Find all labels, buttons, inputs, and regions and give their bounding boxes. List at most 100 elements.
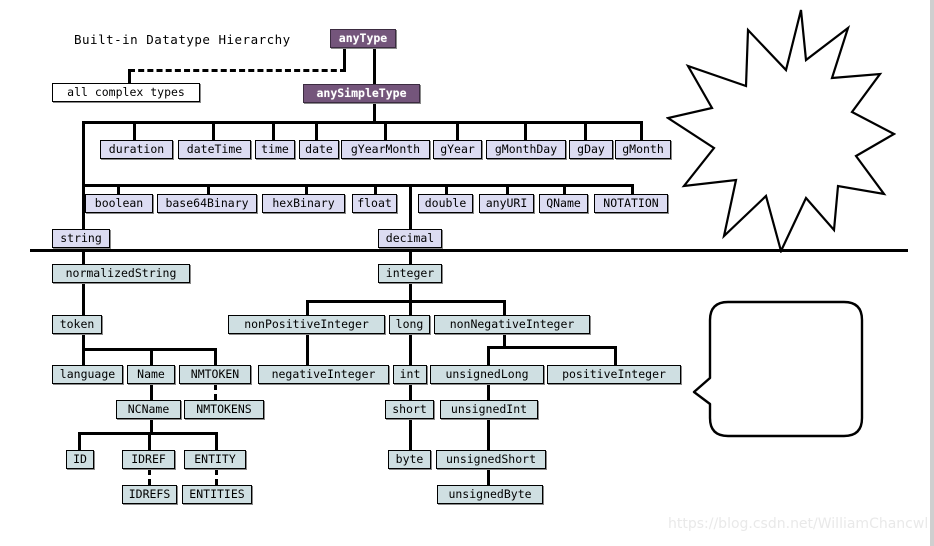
node-negative-integer[interactable]: negativeInteger [258, 365, 389, 384]
edge-drop-gyear [456, 121, 459, 140]
node-language[interactable]: language [52, 365, 123, 384]
edge-drop-duration [133, 121, 136, 140]
node-date-time[interactable]: dateTime [178, 140, 251, 159]
edge-nonnegative-bar [487, 346, 617, 349]
node-entity[interactable]: ENTITY [184, 450, 246, 469]
edge-normalizedstring-token [82, 283, 85, 315]
node-notation[interactable]: NOTATION [594, 194, 668, 213]
node-all-complex-types[interactable]: all complex types [52, 83, 200, 102]
edge-drop-decimal [409, 184, 412, 229]
node-unsigned-long[interactable]: unsignedLong [430, 365, 544, 384]
edge-integer-down [409, 283, 412, 315]
node-name[interactable]: Name [127, 365, 175, 384]
edge-unsignedint-unsignedshort [487, 419, 490, 451]
node-boolean[interactable]: boolean [85, 194, 153, 213]
datatype-hierarchy-diagram: Built-in Datatype Hierarchy anyType anyS… [0, 0, 934, 546]
node-short[interactable]: short [385, 400, 434, 419]
node-g-month-day[interactable]: gMonthDay [486, 140, 566, 159]
primitive-callout [666, 8, 896, 253]
node-g-day[interactable]: gDay [569, 140, 613, 159]
edge-drop-datetime [212, 121, 215, 140]
node-entities[interactable]: ENTITIES [182, 485, 252, 504]
node-normalized-string[interactable]: normalizedString [52, 264, 190, 283]
edge-idref-idrefs [148, 469, 151, 485]
node-ncname[interactable]: NCName [116, 400, 181, 419]
node-unsigned-int[interactable]: unsignedInt [440, 400, 538, 419]
node-int[interactable]: int [393, 365, 427, 384]
node-nmtokens[interactable]: NMTOKENS [184, 400, 264, 419]
edge-anysimpletype-down [373, 104, 376, 122]
edge-anytype-left-stub [343, 47, 346, 70]
edge-drop-qname [563, 184, 566, 194]
node-duration[interactable]: duration [100, 140, 173, 159]
edge-nmtoken-nmtokens [214, 384, 217, 400]
node-decimal[interactable]: decimal [378, 229, 442, 248]
node-string[interactable]: string [52, 229, 110, 248]
edge-drop-unsignedlong [487, 346, 490, 365]
node-idref[interactable]: IDREF [122, 450, 175, 469]
edge-drop-hexbinary [305, 184, 308, 194]
node-any-uri[interactable]: anyURI [479, 194, 534, 213]
node-g-year-month[interactable]: gYearMonth [341, 140, 430, 159]
edge-drop-id [78, 432, 81, 450]
edge-drop-time [272, 121, 275, 140]
edge-drop-nonpositiveinteger [306, 300, 309, 315]
node-g-month[interactable]: gMonth [615, 140, 671, 159]
edge-left-trunk-join [82, 121, 112, 124]
edge-dashed-complex-types [129, 69, 346, 72]
edge-drop-nmtoken [214, 348, 217, 365]
node-g-year[interactable]: gYear [433, 140, 482, 159]
node-non-negative-integer[interactable]: nonNegativeInteger [434, 315, 590, 334]
node-byte[interactable]: byte [388, 450, 431, 469]
edge-drop-gmonth [640, 121, 643, 140]
edge-anytype-anysimpletype [373, 47, 376, 85]
edge-drop-float [374, 184, 377, 194]
edge-left-trunk [82, 121, 85, 185]
node-any-type[interactable]: anyType [330, 29, 396, 48]
edge-drop-date [315, 121, 318, 140]
node-time[interactable]: time [255, 140, 295, 159]
node-id[interactable]: ID [66, 450, 94, 469]
page-title: Built-in Datatype Hierarchy [74, 32, 291, 47]
edge-long-int [409, 334, 412, 365]
node-idrefs[interactable]: IDREFS [122, 485, 177, 504]
edge-unsignedlong-unsignedint [487, 384, 490, 400]
node-hex-binary[interactable]: hexBinary [262, 194, 345, 213]
edge-drop-boolean [117, 184, 120, 194]
node-long[interactable]: long [389, 315, 430, 334]
node-positive-integer[interactable]: positiveInteger [547, 365, 681, 384]
node-token[interactable]: token [52, 315, 102, 334]
node-float[interactable]: float [352, 194, 397, 213]
edge-entity-entities [215, 469, 218, 485]
edge-short-byte [409, 419, 412, 451]
edge-unsignedshort-unsignedbyte [487, 469, 490, 485]
starburst-shape [666, 9, 896, 253]
edge-integer-bar [306, 300, 506, 303]
edge-drop-idref [148, 432, 151, 450]
node-double[interactable]: double [418, 194, 473, 213]
node-non-positive-integer[interactable]: nonPositiveInteger [228, 315, 385, 334]
node-unsigned-short[interactable]: unsignedShort [436, 450, 546, 469]
edge-drop-gyearmonth [384, 121, 387, 140]
edge-drop-gday [584, 121, 587, 140]
node-qname[interactable]: QName [539, 194, 588, 213]
edge-complex-types-stub [128, 69, 131, 83]
node-nmtoken[interactable]: NMTOKEN [179, 365, 251, 384]
edge-primitive-bar-2 [82, 184, 634, 187]
edge-drop-notation [631, 184, 634, 194]
node-integer[interactable]: integer [378, 264, 442, 283]
node-base64-binary[interactable]: base64Binary [157, 194, 257, 213]
edge-drop-language [82, 348, 85, 365]
edge-nonpositive-negative [306, 334, 309, 365]
edge-name-ncname [150, 384, 153, 400]
node-any-simple-type[interactable]: anySimpleType [303, 84, 420, 103]
derived-callout [692, 296, 867, 444]
edge-int-short [409, 384, 412, 400]
watermark: https://blog.csdn.net/WilliamChancwl [668, 516, 929, 532]
node-date[interactable]: date [299, 140, 339, 159]
edge-drop-gmonthday [524, 121, 527, 140]
node-unsigned-byte[interactable]: unsignedByte [437, 485, 543, 504]
edge-drop-nonnegativeinteger [503, 300, 506, 315]
speech-bubble-shape [692, 300, 864, 438]
edge-drop-double [445, 184, 448, 194]
